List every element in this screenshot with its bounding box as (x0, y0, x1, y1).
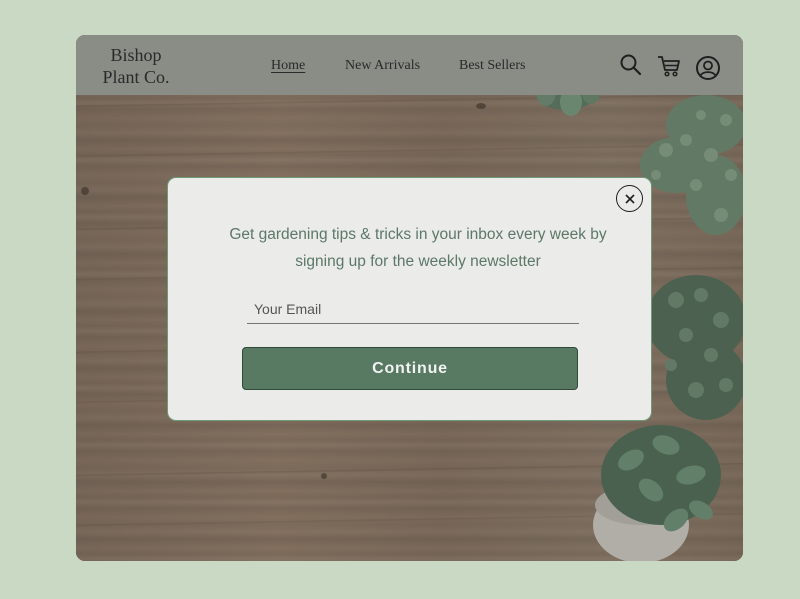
email-field-wrapper (247, 294, 579, 324)
newsletter-modal: Get gardening tips & tricks in your inbo… (167, 177, 652, 421)
nav-item-home[interactable]: Home (271, 58, 305, 74)
newsletter-message: Get gardening tips & tricks in your inbo… (229, 226, 607, 270)
email-field[interactable] (247, 294, 579, 323)
brand-name-line2: Plant Co. (102, 67, 170, 87)
close-icon (624, 193, 635, 204)
brand-name-line1: Bishop (110, 45, 162, 65)
cart-icon[interactable] (656, 54, 682, 78)
site-header: Bishop Plant Co. Home New Arrivals Best … (76, 35, 743, 95)
brand-logo[interactable]: Bishop Plant Co. (96, 44, 176, 88)
nav-item-new-arrivals[interactable]: New Arrivals (345, 58, 420, 74)
search-icon[interactable] (619, 53, 643, 77)
user-account-icon[interactable] (695, 55, 721, 81)
continue-button[interactable]: Continue (242, 347, 578, 390)
nav-item-best-sellers[interactable]: Best Sellers (459, 58, 526, 74)
close-button[interactable] (616, 185, 643, 212)
